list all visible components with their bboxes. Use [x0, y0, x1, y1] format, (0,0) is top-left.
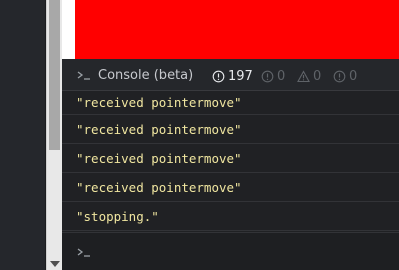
terminal-prompt-icon: [76, 245, 94, 259]
editor-gutter: [0, 0, 46, 270]
warning-triangle-icon: [297, 69, 310, 82]
console-log-list: "received pointermove" "received pointer…: [62, 91, 399, 231]
log-entry[interactable]: "received pointermove": [62, 144, 399, 173]
terminal-prompt-icon: [76, 68, 92, 82]
other-count-value: 0: [349, 68, 358, 84]
log-entry[interactable]: "stopping.": [62, 202, 399, 231]
other-count[interactable]: 0: [333, 68, 357, 84]
error-count-value: 0: [313, 68, 322, 84]
scrollbar-thumb[interactable]: [49, 0, 60, 150]
console-header: Console (beta) 197 0 0 0: [62, 59, 399, 91]
vertical-scrollbar[interactable]: [46, 0, 62, 270]
warning-count-value: 0: [277, 68, 286, 84]
console-input[interactable]: [62, 232, 399, 270]
log-entry[interactable]: "received pointermove": [62, 91, 399, 115]
warning-count[interactable]: 0: [261, 68, 285, 84]
log-entry[interactable]: "received pointermove": [62, 115, 399, 144]
log-entry[interactable]: "received pointermove": [62, 173, 399, 202]
info-circle-icon: [212, 70, 225, 82]
info-count[interactable]: 197: [212, 68, 253, 84]
warning-circle-icon: [261, 70, 274, 82]
info-count-value: 197: [228, 68, 253, 84]
error-circle-icon: [333, 70, 346, 82]
scroll-down-arrow-icon[interactable]: [50, 261, 60, 267]
console-panel: Console (beta) 197 0 0 0 "received point…: [62, 59, 399, 270]
preview-red-canvas: [75, 0, 399, 59]
error-count[interactable]: 0: [297, 68, 321, 84]
console-title: Console (beta): [98, 68, 194, 83]
